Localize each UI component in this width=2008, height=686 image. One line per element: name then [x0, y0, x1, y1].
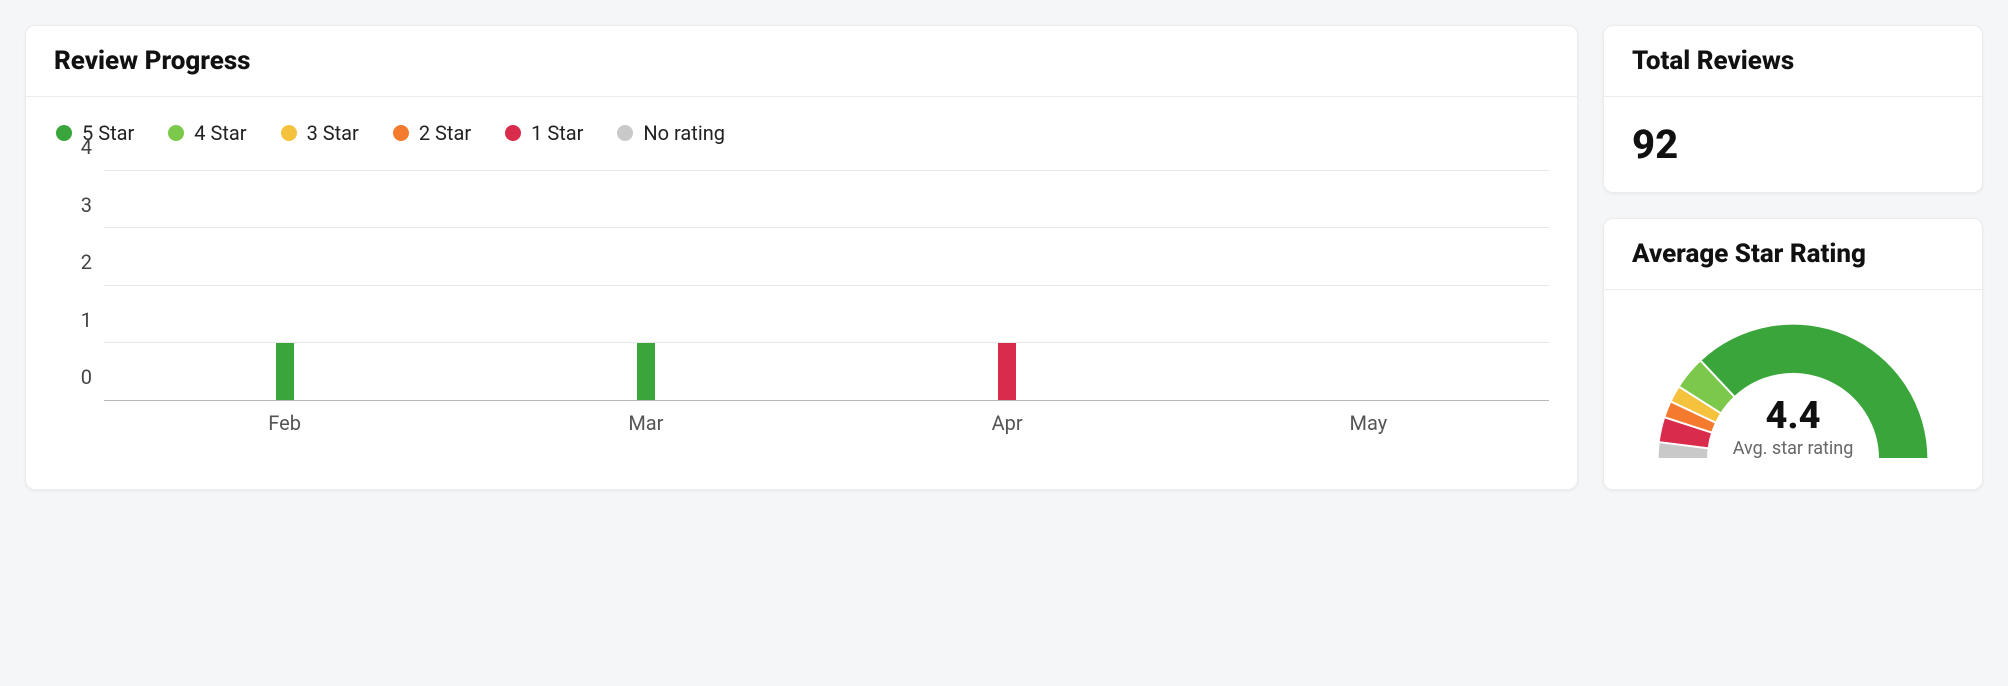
bar: [637, 343, 655, 400]
legend-dot-icon: [393, 125, 409, 141]
total-reviews-value: 92: [1632, 121, 1954, 168]
total-reviews-title: Total Reviews: [1632, 46, 1954, 76]
x-tick-label: Mar: [465, 411, 826, 435]
x-tick-label: May: [1188, 411, 1549, 435]
y-tick-label: 0: [81, 365, 92, 389]
legend-dot-icon: [505, 125, 521, 141]
gauge-value: 4.4: [1733, 394, 1854, 438]
chart-legend: 5 Star 4 Star 3 Star 2 Star 1 Star No rating: [54, 121, 1549, 145]
y-tick-label: 1: [81, 308, 92, 332]
bar-group: [1188, 171, 1549, 400]
bar-group: [827, 171, 1188, 400]
legend-item[interactable]: 5 Star: [56, 121, 134, 145]
gauge-chart: 4.4 Avg. star rating: [1643, 314, 1943, 459]
x-tick-label: Apr: [827, 411, 1188, 435]
gridline: [104, 227, 1549, 228]
legend-label: 4 Star: [194, 121, 246, 145]
plot-area: [104, 171, 1549, 401]
y-tick-label: 2: [81, 250, 92, 274]
y-tick-label: 3: [81, 193, 92, 217]
bar: [276, 343, 294, 400]
legend-label: 3 Star: [307, 121, 359, 145]
gauge-subtitle: Avg. star rating: [1733, 438, 1854, 459]
x-axis: FebMarAprMay: [104, 411, 1549, 435]
bar-group: [465, 171, 826, 400]
avg-rating-title: Average Star Rating: [1632, 239, 1954, 269]
legend-item[interactable]: 4 Star: [168, 121, 246, 145]
bar-group: [104, 171, 465, 400]
gridline: [104, 285, 1549, 286]
review-progress-title: Review Progress: [54, 46, 1549, 76]
legend-label: No rating: [643, 121, 725, 145]
legend-item[interactable]: 1 Star: [505, 121, 583, 145]
gridline: [104, 342, 1549, 343]
y-tick-label: 4: [81, 135, 92, 159]
total-reviews-card: Total Reviews 92: [1603, 25, 1983, 193]
x-tick-label: Feb: [104, 411, 465, 435]
legend-dot-icon: [617, 125, 633, 141]
review-progress-card: Review Progress 5 Star 4 Star 3 Star 2 Star…: [25, 25, 1578, 490]
bar: [998, 343, 1016, 400]
legend-label: 1 Star: [531, 121, 583, 145]
legend-item[interactable]: 3 Star: [281, 121, 359, 145]
legend-item[interactable]: No rating: [617, 121, 725, 145]
avg-rating-card: Average Star Rating 4.4 Avg. star rating: [1603, 218, 1983, 490]
y-axis: 01234: [54, 171, 104, 401]
legend-item[interactable]: 2 Star: [393, 121, 471, 145]
legend-label: 2 Star: [419, 121, 471, 145]
legend-dot-icon: [168, 125, 184, 141]
bar-chart: 01234 FebMarAprMay: [54, 171, 1549, 431]
gridline: [104, 170, 1549, 171]
legend-dot-icon: [281, 125, 297, 141]
bars-layer: [104, 171, 1549, 400]
legend-dot-icon: [56, 125, 72, 141]
